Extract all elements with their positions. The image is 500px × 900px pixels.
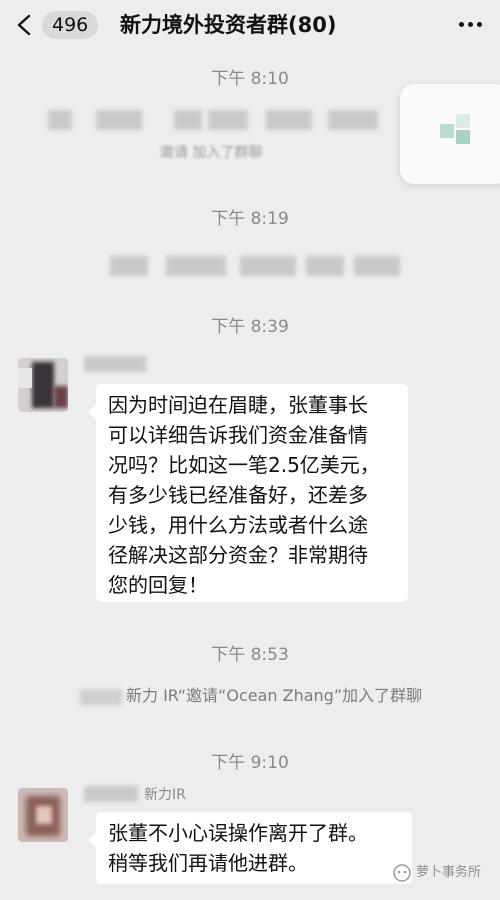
unread-count-badge: 496 [42,11,99,39]
timestamp: 下午 9:10 [211,753,289,773]
timestamp: 下午 8:19 [211,209,289,229]
back-button[interactable]: 496 [14,8,104,42]
sender-name: 新力IR [84,786,204,806]
blurred-system-message [48,110,388,130]
chat-header: 496 新力境外投资者群(80) [0,0,500,50]
timestamp: 下午 8:39 [211,317,289,337]
more-dots-icon[interactable] [455,12,485,36]
group-title: 新力境外投资者群(80) [120,13,337,37]
floating-window[interactable] [400,84,500,184]
sender-name-text: 新力IR [144,787,186,803]
message-bubble[interactable]: 张董不小心误操作离开了群。 稍等我们再请他进群。 [88,812,412,884]
blurred-join-text: 邀请 加入了群聊 [160,145,263,161]
invite-text: “邀请“Ocean Zhang”加入了群聊 [177,686,423,705]
message-bubble[interactable]: 因为时间迫在眉睫，张董事长 可以详细告诉我们资金准备情 况吗？比如这一笔2.5亿… [88,384,408,602]
avatar[interactable] [18,788,68,842]
timestamp: 下午 8:53 [211,645,289,665]
watermark-logo-icon [393,863,411,882]
avatar[interactable] [18,358,68,412]
back-chevron-icon [17,14,31,36]
invite-sender: 新力 IR [126,686,178,705]
system-invite-message: 新力 IR“邀请“Ocean Zhang”加入了群聊 [80,684,480,708]
watermark-text: 萝卜事务所 [416,865,482,880]
sender-name [84,356,146,376]
watermark: 萝卜事务所 [392,860,481,886]
blurred-system-message [110,256,410,276]
